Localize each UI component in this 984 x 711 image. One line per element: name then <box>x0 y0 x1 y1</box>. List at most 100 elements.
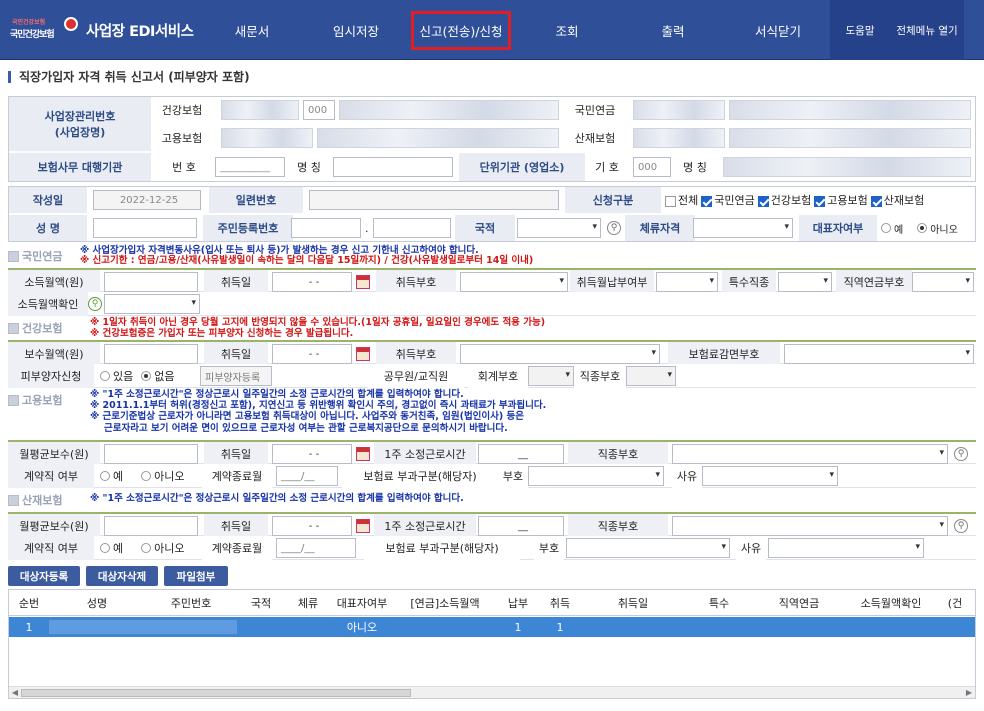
nav-all-menu[interactable]: 전체메뉴 열기 <box>890 0 964 60</box>
pension-name-field[interactable] <box>729 100 971 120</box>
industrial-contract-yes-radio[interactable] <box>100 543 110 553</box>
industrial-jobcode-select[interactable]: ▾ <box>672 516 948 536</box>
apply-all-checkbox[interactable] <box>665 195 676 207</box>
col-rep[interactable]: 대표자여부 <box>331 595 393 611</box>
dependent-yes-radio[interactable] <box>100 371 110 381</box>
pension-special-select[interactable]: ▾ <box>778 272 832 292</box>
nation-select[interactable]: ▾ <box>517 218 601 238</box>
table-row[interactable]: 1 아니오 1 1 <box>9 617 975 637</box>
col-acq[interactable]: 취득 <box>539 595 581 611</box>
col-health[interactable]: (건 <box>937 595 973 611</box>
employ-code-select[interactable]: ▾ <box>528 466 664 486</box>
industrial-end-month-field[interactable]: ____/__ <box>276 538 356 558</box>
apply-employ[interactable]: 고용보험 <box>814 192 868 208</box>
pension-job-select[interactable]: ▾ <box>912 272 974 292</box>
apply-all[interactable]: 전체 <box>665 192 698 208</box>
pension-section-checkbox[interactable] <box>8 250 19 262</box>
health-acq-code-select[interactable]: ▾ <box>460 344 660 364</box>
industrial-avg-pay-field[interactable] <box>104 516 198 536</box>
employ-reason-select[interactable]: ▾ <box>702 466 838 486</box>
nav-print[interactable]: 출력 <box>620 0 726 60</box>
agency-name-field[interactable] <box>333 157 453 177</box>
industrial-contract-no-radio[interactable] <box>141 543 152 553</box>
agency-num-field[interactable]: __________ <box>215 157 285 177</box>
scroll-right-icon[interactable]: ▶ <box>964 688 974 698</box>
nav-submit[interactable]: 신고(전송)/신청 <box>408 0 514 60</box>
apply-industrial-checkbox[interactable] <box>870 195 882 207</box>
calendar-icon[interactable] <box>356 275 370 289</box>
rrn-front-field[interactable] <box>291 218 361 238</box>
account-code-select[interactable]: ▾ <box>528 366 574 386</box>
employ-section-checkbox[interactable] <box>8 394 19 406</box>
health-reduce-select[interactable]: ▾ <box>784 344 974 364</box>
serial-field[interactable] <box>309 190 559 210</box>
income-check-select[interactable]: ▾ <box>104 294 200 314</box>
register-target-button[interactable]: 대상자등록 <box>8 566 80 586</box>
pension-acq-month-select[interactable]: ▾ <box>656 272 718 292</box>
col-nation[interactable]: 국적 <box>237 595 285 611</box>
scroll-thumb[interactable] <box>21 689 411 697</box>
calendar-icon[interactable] <box>356 447 370 461</box>
health-jobcode-select[interactable]: ▾ <box>626 366 676 386</box>
employ-jobcode-select[interactable]: ▾ <box>672 444 948 464</box>
apply-health[interactable]: 건강보험 <box>757 192 811 208</box>
col-acq-date[interactable]: 취득일 <box>581 595 685 611</box>
col-income-check[interactable]: 소득월액확인 <box>845 595 937 611</box>
health-name-field[interactable] <box>339 100 559 120</box>
industrial-acq-date-field[interactable]: - - <box>272 516 352 536</box>
rrn-back-field[interactable] <box>373 218 451 238</box>
industrial-code-select[interactable]: ▾ <box>566 538 730 558</box>
col-income[interactable]: [연금]소득월액 <box>393 595 497 611</box>
attach-file-button[interactable]: 파일첨부 <box>164 566 228 586</box>
nav-new[interactable]: 새문서 <box>200 0 304 60</box>
rep-no-radio[interactable] <box>917 223 928 233</box>
col-pay[interactable]: 납부 <box>497 595 539 611</box>
employ-contract-yes-radio[interactable] <box>100 471 110 481</box>
employ-hours-field[interactable]: __ <box>478 444 564 464</box>
industrial-section-checkbox[interactable] <box>8 494 19 506</box>
nav-help[interactable]: 도움말 <box>830 0 890 60</box>
industrial-name-field[interactable] <box>729 128 971 148</box>
dependent-no-radio[interactable] <box>141 371 152 381</box>
pension-field[interactable] <box>633 100 725 120</box>
health-pay-field[interactable] <box>104 344 198 364</box>
horizontal-scrollbar[interactable]: ◀ ▶ <box>9 686 975 698</box>
unit-code-field[interactable]: 000 <box>633 157 671 177</box>
name-field[interactable] <box>93 218 197 238</box>
nav-temp-save[interactable]: 임시저장 <box>304 0 408 60</box>
apply-employ-checkbox[interactable] <box>814 195 826 207</box>
dependent-register-button[interactable]: 피부양자등록 <box>200 366 272 386</box>
col-name[interactable]: 성명 <box>49 595 145 611</box>
industrial-field[interactable] <box>633 128 725 148</box>
pension-acq-code-select[interactable]: ▾ <box>460 272 568 292</box>
nav-close-form[interactable]: 서식닫기 <box>726 0 830 60</box>
health-section-checkbox[interactable] <box>8 322 19 334</box>
delete-target-button[interactable]: 대상자삭제 <box>86 566 158 586</box>
apply-pension-checkbox[interactable] <box>701 195 713 207</box>
employ-avg-pay-field[interactable] <box>104 444 198 464</box>
date-field[interactable]: 2022-12-25 <box>93 190 201 210</box>
rep-yes-radio[interactable] <box>881 223 891 233</box>
scroll-left-icon[interactable]: ◀ <box>10 688 20 698</box>
stay-select[interactable]: ▾ <box>693 218 793 238</box>
col-seq[interactable]: 순번 <box>9 595 49 611</box>
col-special[interactable]: 특수 <box>685 595 753 611</box>
col-rrn[interactable]: 주민번호 <box>145 595 237 611</box>
income-check-search-icon[interactable]: ⚲ <box>88 297 102 311</box>
health-field[interactable] <box>221 100 299 120</box>
nav-search[interactable]: 조회 <box>514 0 620 60</box>
employ-jobcode-search-icon[interactable]: ⚲ <box>954 447 968 461</box>
nation-search-icon[interactable]: ⚲ <box>607 221 621 235</box>
employ-acq-date-field[interactable]: - - <box>272 444 352 464</box>
health-acq-date-field[interactable]: - - <box>272 344 352 364</box>
employ-contract-no-radio[interactable] <box>141 471 152 481</box>
health-code-field[interactable]: 000 <box>303 100 335 120</box>
pension-income-field[interactable] <box>104 272 198 292</box>
employ-name-field[interactable] <box>317 128 559 148</box>
apply-health-checkbox[interactable] <box>757 195 769 207</box>
unit-name-field[interactable] <box>723 157 971 177</box>
calendar-icon[interactable] <box>356 347 370 361</box>
apply-industrial[interactable]: 산재보험 <box>870 192 924 208</box>
industrial-jobcode-search-icon[interactable]: ⚲ <box>954 519 968 533</box>
col-stay[interactable]: 체류 <box>285 595 331 611</box>
